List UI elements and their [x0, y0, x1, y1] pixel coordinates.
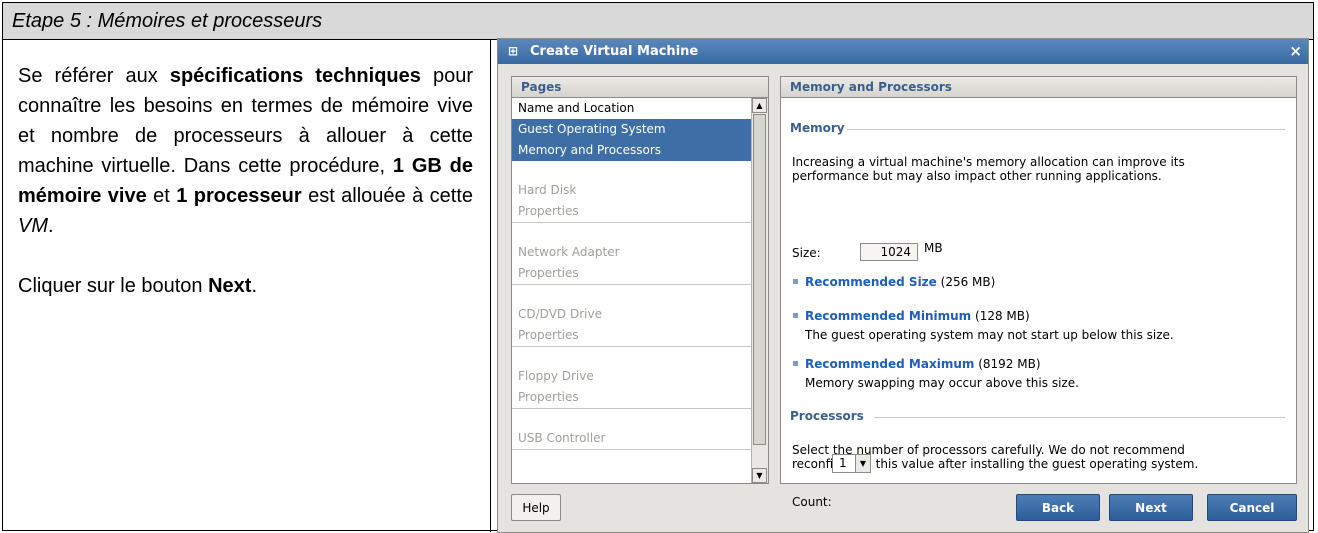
recommended-minimum-link[interactable]: Recommended Minimum	[805, 309, 971, 323]
recommended-maximum-link[interactable]: Recommended Maximum	[805, 357, 974, 371]
processor-count-select[interactable]: 1 ▼	[832, 454, 871, 473]
close-icon[interactable]: ×	[1289, 39, 1302, 64]
next-button[interactable]: Next	[1109, 494, 1193, 521]
recommended-size-row: Recommended Size (256 MB)	[805, 275, 995, 289]
memory-description-line1: Increasing a virtual machine's memory al…	[792, 155, 1185, 169]
bullet-icon	[793, 313, 798, 318]
instruction-paragraph: Se référer aux spécifications techniques…	[18, 61, 473, 241]
dialog-titlebar: ⊞ Create Virtual Machine ×	[498, 39, 1308, 64]
recommended-minimum-value: (128 MB)	[975, 309, 1030, 323]
memory-size-input[interactable]: 1024	[860, 243, 918, 261]
pages-panel: Pages Name and Location Guest Operating …	[511, 76, 769, 484]
recommended-maximum-note: Memory swapping may occur above this siz…	[805, 376, 1079, 390]
text-bold: 1 processeur	[176, 185, 302, 207]
recommended-minimum-row: Recommended Minimum (128 MB)	[805, 309, 1030, 323]
processors-section-title: Processors	[790, 409, 864, 423]
page-item-usb-controller[interactable]: USB Controller	[512, 428, 752, 450]
page-item-hard-disk-properties[interactable]: Properties	[512, 201, 752, 223]
size-unit: MB	[924, 241, 943, 255]
scroll-up-arrow-icon[interactable]: ▲	[752, 98, 767, 113]
page-item-floppy-drive[interactable]: Floppy Drive	[512, 366, 752, 387]
processor-count-value: 1	[839, 456, 847, 470]
divider	[847, 129, 1285, 130]
instruction-text: Se référer aux spécifications techniques…	[18, 61, 473, 331]
scroll-down-arrow-icon[interactable]: ▼	[752, 468, 767, 483]
page-item-floppy-properties[interactable]: Properties	[512, 387, 752, 409]
content-header: Memory and Processors	[781, 77, 1296, 98]
pages-scrollbar[interactable]: ▲ ▼	[751, 98, 768, 483]
pages-list: Name and Location Guest Operating System…	[512, 98, 752, 450]
text-bold: Next	[208, 275, 252, 297]
page-item-network-adapter[interactable]: Network Adapter	[512, 242, 752, 263]
page-item-memory-processors[interactable]: Memory and Processors	[512, 140, 752, 161]
memory-section-title: Memory	[790, 121, 845, 135]
back-button[interactable]: Back	[1016, 494, 1100, 521]
recommended-maximum-row: Recommended Maximum (8192 MB)	[805, 357, 1041, 371]
content-panel: Memory and Processors Memory Increasing …	[780, 76, 1297, 509]
recommended-minimum-note: The guest operating system may not start…	[805, 328, 1174, 342]
help-button[interactable]: Help	[511, 494, 561, 521]
bullet-icon	[793, 279, 798, 284]
recommended-size-link[interactable]: Recommended Size	[805, 275, 937, 289]
size-label: Size:	[792, 246, 821, 260]
text-run: Cliquer sur le bouton	[18, 275, 209, 297]
divider	[874, 417, 1285, 418]
pages-header: Pages	[512, 77, 768, 98]
vm-icon: ⊞	[507, 44, 519, 58]
text-run: .	[251, 275, 258, 297]
text-italic: VM	[18, 215, 48, 237]
instruction-paragraph: Cliquer sur le bouton Next.	[18, 271, 473, 301]
table-divider	[490, 40, 491, 532]
memory-description-line2: performance but may also impact other ru…	[792, 169, 1162, 183]
scrollbar-thumb[interactable]	[753, 114, 766, 445]
create-vm-dialog: ⊞ Create Virtual Machine × Pages Name an…	[497, 38, 1309, 533]
page-item-cd-dvd-drive[interactable]: CD/DVD Drive	[512, 304, 752, 325]
text-run: Se référer aux	[18, 65, 170, 87]
chevron-down-icon[interactable]: ▼	[855, 455, 870, 472]
step-header: Etape 5 : Mémoires et processeurs	[3, 3, 1313, 40]
text-run: est allouée à cette	[301, 185, 473, 207]
text-bold: spécifications techniques	[169, 65, 421, 87]
recommended-maximum-value: (8192 MB)	[978, 357, 1041, 371]
page-item-network-properties[interactable]: Properties	[512, 263, 752, 285]
cancel-button[interactable]: Cancel	[1207, 494, 1297, 521]
page-item-hard-disk[interactable]: Hard Disk	[512, 180, 752, 201]
text-run: .	[48, 215, 54, 237]
page-item-cd-dvd-properties[interactable]: Properties	[512, 325, 752, 347]
page-item-guest-os[interactable]: Guest Operating System	[512, 119, 752, 140]
count-label: Count:	[792, 495, 832, 509]
page-item-name-location[interactable]: Name and Location	[512, 98, 752, 119]
recommended-size-value: (256 MB)	[940, 275, 996, 289]
text-run: et	[146, 185, 177, 207]
bullet-icon	[793, 361, 798, 366]
dialog-title: Create Virtual Machine	[530, 44, 699, 59]
